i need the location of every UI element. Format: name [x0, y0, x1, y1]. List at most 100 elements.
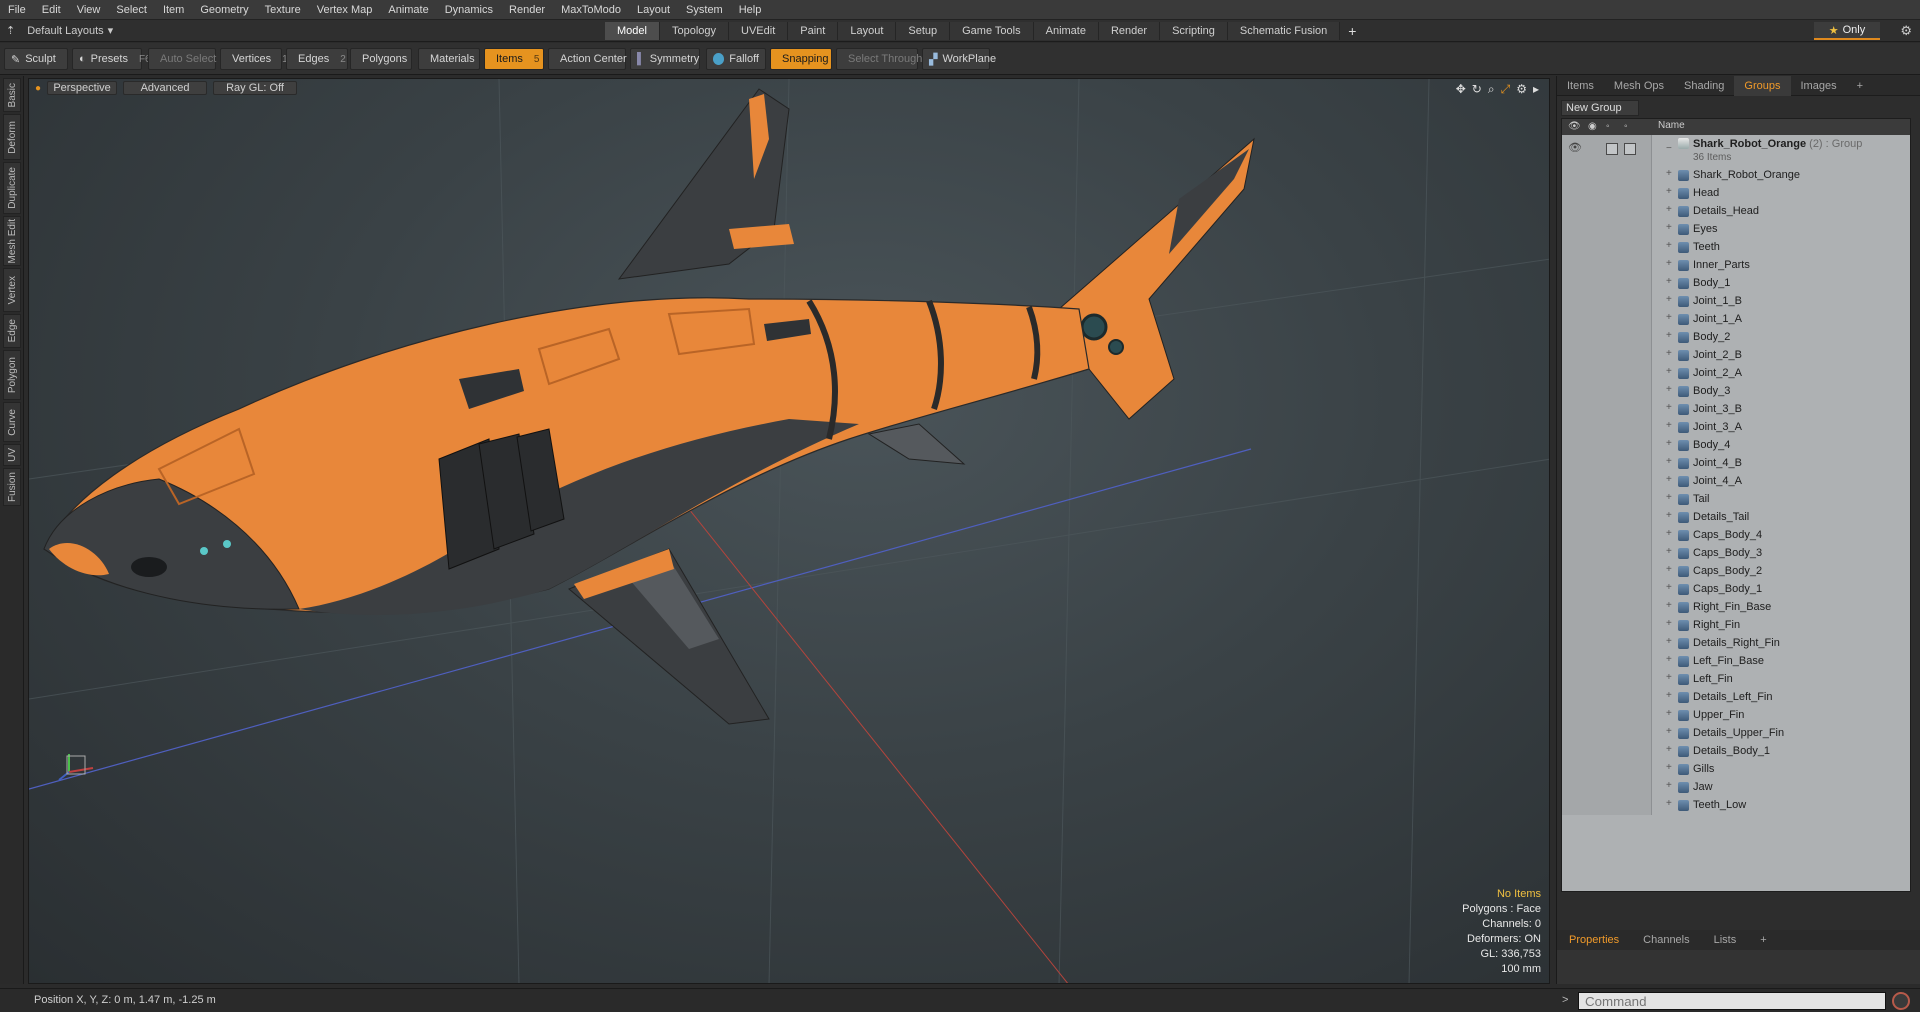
expand-plus-icon[interactable]: +: [1666, 708, 1672, 719]
add-properties-tab-button[interactable]: +: [1748, 930, 1778, 950]
view-type-dropdown[interactable]: Perspective: [47, 81, 118, 95]
expand-plus-icon[interactable]: +: [1666, 600, 1672, 611]
expand-plus-icon[interactable]: +: [1666, 384, 1672, 395]
panel-tab-images[interactable]: Images: [1791, 76, 1847, 96]
expand-plus-icon[interactable]: +: [1666, 510, 1672, 521]
layout-tab-schematic-fusion[interactable]: Schematic Fusion: [1227, 22, 1341, 40]
menu-maxtomodo[interactable]: MaxToModo: [553, 0, 629, 20]
rotate-view-icon[interactable]: ↻: [1472, 82, 1482, 97]
tree-item-row[interactable]: + Jaw: [1562, 779, 1910, 797]
snapping-button[interactable]: Snapping: [770, 48, 832, 70]
menu-render[interactable]: Render: [501, 0, 553, 20]
tree-item-row[interactable]: + Details_Head: [1562, 203, 1910, 221]
tree-item-row[interactable]: + Body_4: [1562, 437, 1910, 455]
polygons-button[interactable]: Polygons: [350, 48, 412, 70]
menu-dynamics[interactable]: Dynamics: [437, 0, 501, 20]
menu-animate[interactable]: Animate: [380, 0, 436, 20]
expand-plus-icon[interactable]: +: [1666, 258, 1672, 269]
visibility-col-icon[interactable]: 👁: [1568, 121, 1581, 133]
tool-tab-uv[interactable]: UV: [3, 444, 21, 466]
render-col-icon[interactable]: ◉: [1588, 121, 1600, 133]
layout-tab-layout[interactable]: Layout: [838, 22, 897, 40]
properties-tab-channels[interactable]: Channels: [1631, 930, 1701, 950]
tree-item-row[interactable]: + Body_1: [1562, 275, 1910, 293]
record-macro-icon[interactable]: [1892, 992, 1910, 1010]
tree-item-row[interactable]: + Details_Left_Fin: [1562, 689, 1910, 707]
expand-plus-icon[interactable]: +: [1666, 744, 1672, 755]
tree-item-row[interactable]: + Eyes: [1562, 221, 1910, 239]
expand-plus-icon[interactable]: +: [1666, 618, 1672, 629]
tree-item-row[interactable]: + Head: [1562, 185, 1910, 203]
add-tab-button[interactable]: +: [1340, 22, 1364, 40]
panel-tab-shading[interactable]: Shading: [1674, 76, 1734, 96]
only-button[interactable]: ★ Only: [1814, 22, 1880, 40]
layout-tab-model[interactable]: Model: [605, 22, 660, 40]
tree-item-row[interactable]: + Details_Tail: [1562, 509, 1910, 527]
tree-item-row[interactable]: + Joint_4_A: [1562, 473, 1910, 491]
sculpt-button[interactable]: ✎ Sculpt: [4, 48, 68, 70]
expand-plus-icon[interactable]: +: [1666, 366, 1672, 377]
layout-tab-render[interactable]: Render: [1098, 22, 1161, 40]
panel-tab-mesh-ops[interactable]: Mesh Ops: [1604, 76, 1674, 96]
layout-selector[interactable]: Default Layouts ▾: [21, 24, 151, 38]
menu-file[interactable]: File: [0, 0, 34, 20]
expand-plus-icon[interactable]: +: [1666, 330, 1672, 341]
auto-select-button[interactable]: Auto Select: [148, 48, 216, 70]
visibility-eye-icon[interactable]: 👁: [1568, 141, 1582, 154]
menu-edit[interactable]: Edit: [34, 0, 69, 20]
viewport-menu-dot[interactable]: ●: [35, 83, 41, 94]
symmetry-button[interactable]: ▌ Symmetry: [630, 48, 700, 70]
layout-tab-game-tools[interactable]: Game Tools: [950, 22, 1034, 40]
tree-item-row[interactable]: + Caps_Body_3: [1562, 545, 1910, 563]
layout-tab-topology[interactable]: Topology: [659, 22, 730, 40]
tool-tab-basic[interactable]: Basic: [3, 78, 21, 112]
tree-item-row[interactable]: + Teeth: [1562, 239, 1910, 257]
expand-plus-icon[interactable]: +: [1666, 636, 1672, 647]
menu-help[interactable]: Help: [731, 0, 770, 20]
tree-item-row[interactable]: + Joint_2_B: [1562, 347, 1910, 365]
menu-layout[interactable]: Layout: [629, 0, 678, 20]
menu-texture[interactable]: Texture: [257, 0, 309, 20]
menu-select[interactable]: Select: [108, 0, 155, 20]
expand-plus-icon[interactable]: +: [1666, 546, 1672, 557]
tree-item-row[interactable]: + Details_Body_1: [1562, 743, 1910, 761]
collapse-icon[interactable]: ⇡: [0, 24, 21, 37]
expand-plus-icon[interactable]: +: [1666, 528, 1672, 539]
tree-item-row[interactable]: + Caps_Body_2: [1562, 563, 1910, 581]
raygl-dropdown[interactable]: Ray GL: Off: [213, 81, 298, 95]
expand-plus-icon[interactable]: +: [1666, 276, 1672, 287]
new-group-button[interactable]: New Group: [1561, 100, 1639, 116]
tree-item-row[interactable]: + Joint_3_B: [1562, 401, 1910, 419]
menu-item[interactable]: Item: [155, 0, 192, 20]
layout-tab-animate[interactable]: Animate: [1033, 22, 1099, 40]
tree-item-row[interactable]: + Left_Fin_Base: [1562, 653, 1910, 671]
lock-checkbox[interactable]: [1606, 143, 1618, 155]
play-icon[interactable]: ▸: [1533, 82, 1539, 97]
menu-geometry[interactable]: Geometry: [192, 0, 256, 20]
tree-item-row[interactable]: + Tail: [1562, 491, 1910, 509]
select-col-icon[interactable]: ◦: [1624, 121, 1636, 133]
tool-tab-duplicate[interactable]: Duplicate: [3, 162, 21, 214]
tool-tab-curve[interactable]: Curve: [3, 402, 21, 442]
viewport-gear-icon[interactable]: ⚙: [1516, 82, 1527, 97]
layout-tab-uvedit[interactable]: UVEdit: [729, 22, 789, 40]
name-column-header[interactable]: Name: [1658, 120, 1685, 131]
presets-button[interactable]: ◐ Presets F6: [72, 48, 151, 70]
edges-button[interactable]: Edges 2: [286, 48, 348, 70]
properties-tab-lists[interactable]: Lists: [1702, 930, 1749, 950]
fit-view-icon[interactable]: ⤢: [1501, 82, 1511, 97]
expand-plus-icon[interactable]: +: [1666, 312, 1672, 323]
tree-item-row[interactable]: + Left_Fin: [1562, 671, 1910, 689]
menu-vertex-map[interactable]: Vertex Map: [309, 0, 381, 20]
expand-plus-icon[interactable]: +: [1666, 564, 1672, 575]
workplane-button[interactable]: ▞ WorkPlane: [922, 48, 996, 70]
vertices-button[interactable]: Vertices 1: [220, 48, 288, 70]
action-center-button[interactable]: Action Center: [548, 48, 627, 70]
tree-item-row[interactable]: + Inner_Parts: [1562, 257, 1910, 275]
move-view-icon[interactable]: ✥: [1456, 82, 1466, 97]
tree-item-row[interactable]: + Joint_3_A: [1562, 419, 1910, 437]
group-row[interactable]: 👁 − Shark_Robot_Orange (2) : Group 36 It…: [1562, 135, 1910, 167]
menu-system[interactable]: System: [678, 0, 731, 20]
tree-item-row[interactable]: + Joint_1_B: [1562, 293, 1910, 311]
layout-tab-setup[interactable]: Setup: [896, 22, 951, 40]
